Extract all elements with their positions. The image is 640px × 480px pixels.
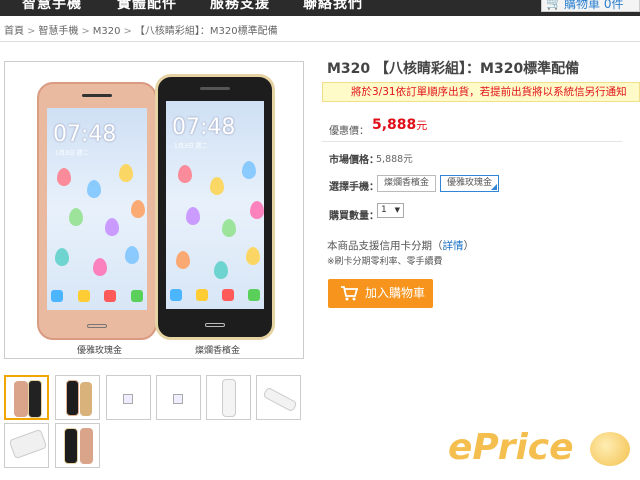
nav-item-accessories[interactable]: 實體配件 — [117, 0, 177, 13]
option-rose-gold[interactable]: 優雅玫瑰金 — [440, 175, 500, 192]
app-dock — [51, 290, 143, 304]
app-dock — [170, 289, 260, 303]
thumbnail[interactable] — [4, 375, 49, 420]
add-to-cart-button[interactable]: 加入購物車 — [328, 279, 433, 308]
thumbnail[interactable] — [206, 375, 251, 420]
speaker-grille — [200, 87, 230, 90]
phone-rose-gold-image: 07:48 1月3日 週二 — [37, 82, 157, 340]
top-navigation-bar: 智慧手機 實體配件 服務支援 聯絡我們 🛒 購物車 0件 — [0, 0, 640, 16]
breadcrumb-current: 【八核睛彩組】：M320標準配備 — [134, 26, 278, 37]
phone-screen: 07:48 1月3日 週二 — [166, 101, 264, 309]
price-label: 優惠價： — [329, 126, 369, 137]
lockscreen-clock: 07:48 — [53, 122, 117, 147]
eprice-watermark: ePrice — [448, 427, 574, 468]
quantity-value: 1 — [381, 205, 387, 215]
shipping-notice: 將於3/31依訂單順序出貨，若提前出貨將以系統信另行通知 — [322, 82, 640, 102]
phone-champagne-gold-image: 07:48 1月3日 週二 — [155, 74, 275, 340]
breadcrumb-divider — [0, 41, 640, 42]
lockscreen-clock: 07:48 — [172, 115, 236, 140]
breadcrumb-home[interactable]: 首頁 — [4, 26, 24, 37]
nav-item-contact[interactable]: 聯絡我們 — [303, 0, 363, 13]
lockscreen-date: 1月3日 週二 — [55, 150, 89, 157]
cart-label: 購物車 0件 — [564, 0, 624, 11]
home-key — [87, 324, 107, 328]
price-value: 5,888元 — [372, 117, 428, 133]
breadcrumb-separator: > — [123, 26, 132, 37]
breadcrumb-separator: > — [27, 26, 36, 37]
cart-summary-button[interactable]: 🛒 購物車 0件 — [541, 0, 640, 12]
mascot-watermark-icon — [590, 432, 630, 466]
breadcrumb-separator: > — [81, 26, 90, 37]
installment-details-link[interactable]: 詳情 — [443, 240, 464, 252]
thumbnail[interactable] — [55, 423, 100, 468]
thumbnail[interactable] — [4, 423, 49, 468]
speaker-grille — [82, 94, 112, 97]
quantity-select[interactable]: 1 ▼ — [377, 203, 404, 218]
option-champagne-gold[interactable]: 燦爛香檳金 — [377, 175, 437, 192]
thumbnail[interactable] — [106, 375, 151, 420]
thumbnail[interactable] — [156, 375, 201, 420]
caption-rose-gold: 優雅玫瑰金 — [77, 346, 123, 356]
breadcrumb-smartphones[interactable]: 智慧手機 — [38, 26, 78, 37]
breadcrumb: 首頁 > 智慧手機 > M320 > 【八核睛彩組】：M320標準配備 — [4, 22, 278, 37]
market-price-value: 5,888元 — [376, 154, 413, 165]
cart-count: 0件 — [603, 0, 624, 11]
thumbnail[interactable] — [55, 375, 100, 420]
breadcrumb-model[interactable]: M320 — [93, 26, 121, 37]
installment-note: ※刷卡分期零利率、零手續費 — [327, 257, 443, 267]
phone-screen: 07:48 1月3日 週二 — [47, 108, 147, 310]
lockscreen-date: 1月3日 週二 — [174, 143, 208, 150]
caption-champagne-gold: 燦爛香檳金 — [195, 346, 241, 356]
add-to-cart-label: 加入購物車 — [365, 286, 426, 300]
thumbnail[interactable] — [256, 375, 301, 420]
broken-image-icon — [123, 394, 133, 404]
section-divider — [322, 141, 622, 142]
quantity-label: 購買數量： — [329, 211, 379, 222]
main-product-image[interactable]: 07:48 1月3日 週二 07:48 1月3日 週二 優雅玫瑰金 燦爛香檳金 — [4, 61, 304, 359]
market-price-label: 市場價格： — [329, 155, 379, 166]
nav-item-support[interactable]: 服務支援 — [210, 0, 270, 13]
installment-info: 本商品支援信用卡分期（詳情） — [327, 240, 474, 252]
nav-item-smartphones[interactable]: 智慧手機 — [22, 0, 82, 13]
chevron-down-icon: ▼ — [394, 206, 400, 214]
home-key — [205, 323, 225, 327]
select-phone-label: 選擇手機： — [329, 182, 379, 193]
product-title: M320 【八核睛彩組】：M320標準配備 — [327, 61, 580, 77]
broken-image-icon — [173, 394, 183, 404]
cart-icon: 🛒 — [546, 0, 563, 11]
shopping-cart-icon — [341, 286, 358, 301]
